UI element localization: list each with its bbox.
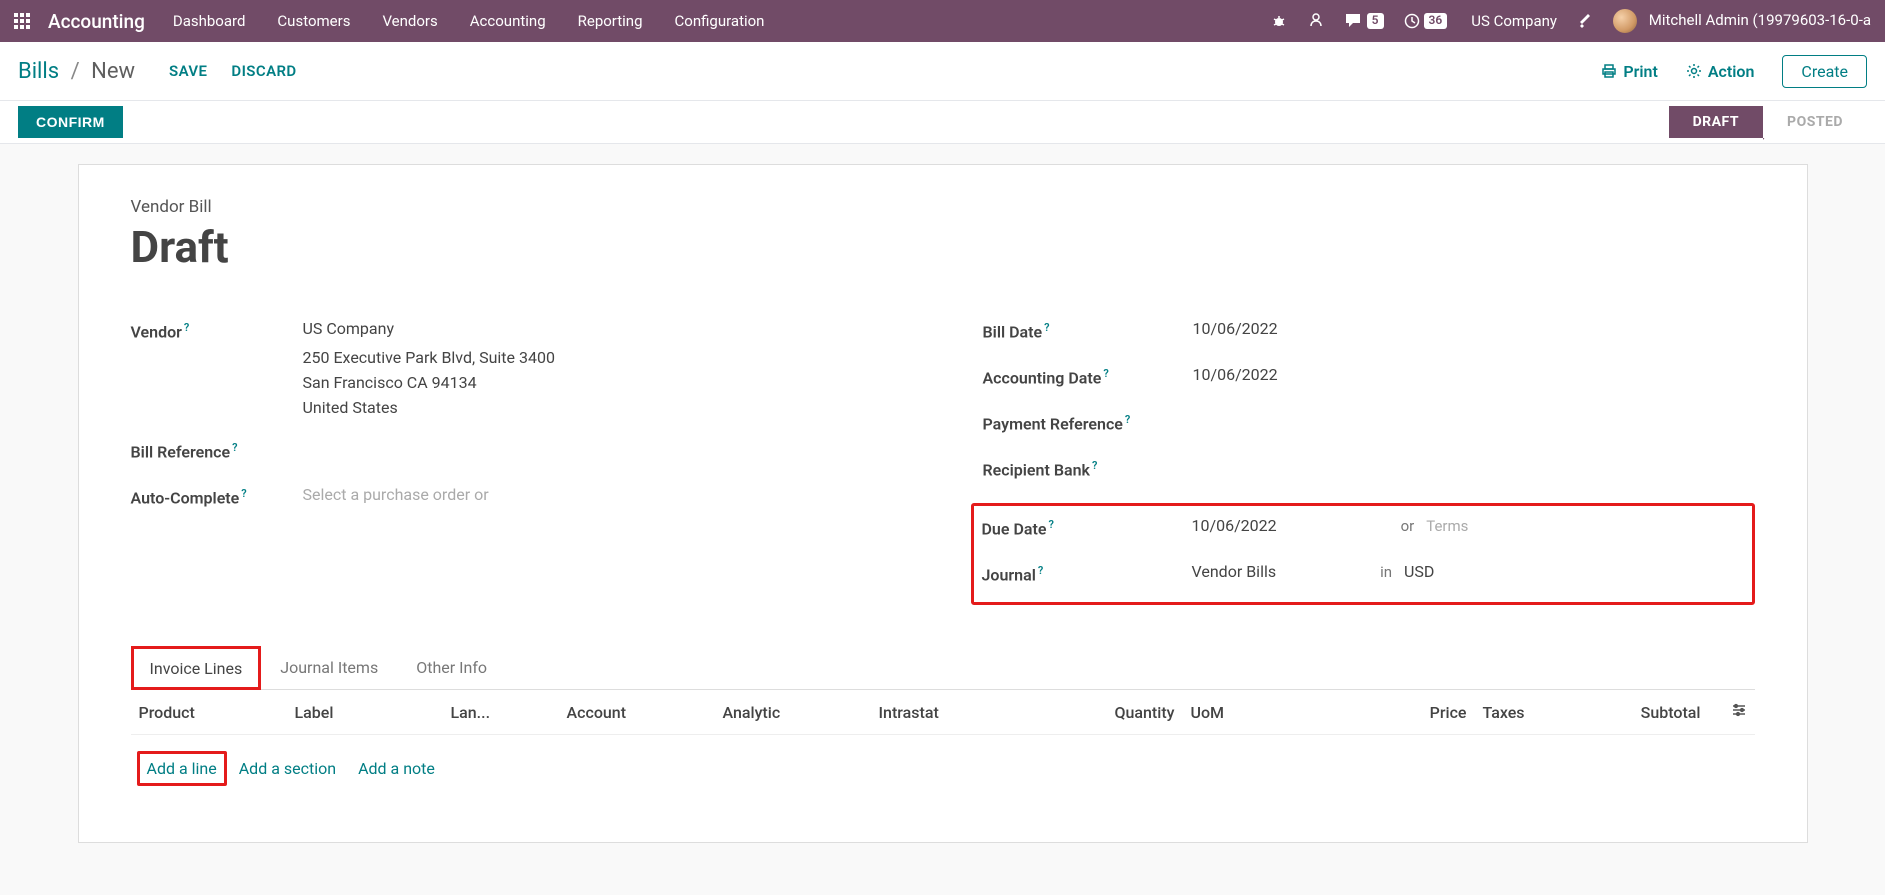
confirm-button[interactable]: CONFIRM — [18, 106, 123, 138]
page-title: Draft — [131, 221, 1755, 273]
menu-vendors[interactable]: Vendors — [382, 12, 437, 30]
col-intrastat[interactable]: Intrastat — [871, 690, 1027, 735]
options-icon[interactable] — [1731, 702, 1747, 722]
label-due-date: Due Date? — [982, 516, 1192, 538]
help-icon[interactable]: ? — [1038, 564, 1043, 577]
user-menu[interactable]: Mitchell Admin (19979603-16-0-a — [1613, 9, 1871, 33]
tab-other-info[interactable]: Other Info — [397, 645, 506, 689]
add-line-button[interactable]: Add a line — [147, 759, 217, 778]
journal-field[interactable]: Vendor Bills in USD — [1192, 562, 1744, 581]
app-name[interactable]: Accounting — [48, 10, 145, 33]
label-journal: Journal? — [982, 562, 1192, 584]
tabs: Invoice Lines Journal Items Other Info — [131, 645, 1755, 690]
breadcrumb-root[interactable]: Bills — [18, 59, 59, 84]
auto-complete-field[interactable]: Select a purchase order or — [303, 485, 903, 504]
accounting-date-field[interactable]: 10/06/2022 — [1193, 365, 1755, 384]
right-actions: Print Action Create — [1601, 55, 1867, 88]
col-label[interactable]: Label — [287, 690, 443, 735]
messages-badge: 5 — [1367, 13, 1384, 29]
vendor-field[interactable]: US Company 250 Executive Park Blvd, Suit… — [303, 319, 903, 417]
terms-field[interactable]: Terms — [1426, 517, 1468, 535]
label-bill-reference: Bill Reference? — [131, 439, 303, 461]
col-quantity[interactable]: Quantity — [1027, 690, 1183, 735]
help-icon[interactable]: ? — [1048, 518, 1053, 531]
systray: 5 36 US Company Mitchell Admin (19979603… — [1271, 9, 1871, 33]
tools-icon[interactable] — [1577, 13, 1593, 29]
apps-icon[interactable] — [14, 13, 30, 29]
print-button[interactable]: Print — [1601, 62, 1658, 81]
menu-dashboard[interactable]: Dashboard — [173, 12, 246, 30]
col-subtotal[interactable]: Subtotal — [1631, 690, 1709, 735]
help-icon[interactable]: ? — [1125, 413, 1130, 426]
save-button[interactable]: SAVE — [169, 62, 207, 80]
bill-date-field[interactable]: 10/06/2022 — [1193, 319, 1755, 338]
print-icon — [1601, 63, 1617, 79]
status-steps: DRAFT POSTED — [1669, 106, 1867, 138]
label-bill-date: Bill Date? — [983, 319, 1193, 341]
avatar — [1613, 9, 1637, 33]
menu-accounting[interactable]: Accounting — [470, 12, 546, 30]
help-icon[interactable]: ? — [1044, 321, 1049, 334]
company-switcher[interactable]: US Company — [1471, 12, 1557, 30]
bug-icon[interactable] — [1271, 13, 1287, 29]
activities-icon[interactable]: 36 — [1404, 13, 1448, 29]
breadcrumb: Bills / New — [18, 59, 135, 84]
label-auto-complete: Auto-Complete? — [131, 485, 303, 507]
currency-field[interactable]: USD — [1404, 562, 1434, 581]
gear-icon — [1686, 63, 1702, 79]
control-bar: Bills / New SAVE DISCARD Print Action Cr… — [0, 42, 1885, 101]
user-name: Mitchell Admin (19979603-16-0-a — [1649, 11, 1871, 29]
tab-invoice-lines[interactable]: Invoice Lines — [131, 646, 262, 690]
status-bar: CONFIRM DRAFT POSTED — [0, 101, 1885, 144]
top-nav: Accounting Dashboard Customers Vendors A… — [0, 0, 1885, 42]
messages-icon[interactable]: 5 — [1345, 13, 1384, 29]
tab-journal-items[interactable]: Journal Items — [261, 645, 397, 689]
label-accounting-date: Accounting Date? — [983, 365, 1193, 387]
form-sheet: Vendor Bill Draft Vendor? US Company 250… — [78, 164, 1808, 843]
help-icon[interactable]: ? — [232, 441, 237, 454]
create-button[interactable]: Create — [1782, 55, 1867, 88]
menu-configuration[interactable]: Configuration — [675, 12, 765, 30]
label-vendor: Vendor? — [131, 319, 303, 341]
cp-actions: SAVE DISCARD — [169, 62, 297, 80]
breadcrumb-sep: / — [71, 59, 80, 84]
label-recipient-bank: Recipient Bank? — [983, 457, 1193, 479]
col-taxes[interactable]: Taxes — [1475, 690, 1631, 735]
discard-button[interactable]: DISCARD — [231, 62, 296, 80]
help-icon[interactable]: ? — [1092, 459, 1097, 472]
col-account[interactable]: Account — [559, 690, 715, 735]
help-icon[interactable]: ? — [184, 321, 189, 334]
label-payment-reference: Payment Reference? — [983, 411, 1193, 433]
form-col-left: Vendor? US Company 250 Executive Park Bl… — [131, 319, 903, 605]
col-uom[interactable]: UoM — [1183, 690, 1319, 735]
help-icon[interactable]: ? — [1103, 367, 1108, 380]
menu-customers[interactable]: Customers — [277, 12, 350, 30]
help-icon[interactable]: ? — [241, 487, 246, 500]
lines-table: Product Label Lan... Account Analytic In… — [131, 690, 1755, 802]
form-kicker: Vendor Bill — [131, 197, 1755, 217]
support-icon[interactable] — [1307, 12, 1325, 30]
activities-badge: 36 — [1424, 13, 1448, 29]
breadcrumb-leaf: New — [91, 59, 135, 84]
add-note-button[interactable]: Add a note — [358, 759, 435, 778]
status-draft[interactable]: DRAFT — [1669, 106, 1763, 138]
col-price[interactable]: Price — [1319, 690, 1475, 735]
action-button[interactable]: Action — [1686, 62, 1755, 81]
status-posted[interactable]: POSTED — [1763, 106, 1867, 138]
add-section-button[interactable]: Add a section — [239, 759, 336, 778]
col-product[interactable]: Product — [131, 690, 287, 735]
menu-reporting[interactable]: Reporting — [578, 12, 643, 30]
col-landed[interactable]: Lan... — [443, 690, 559, 735]
highlight-box: Due Date? 10/06/2022 or Terms Journal? — [971, 503, 1755, 605]
due-date-field[interactable]: 10/06/2022 or Terms — [1192, 516, 1744, 535]
row-actions: Add a line Add a section Add a note — [139, 747, 1747, 790]
form-col-right: Bill Date? 10/06/2022 Accounting Date? 1… — [983, 319, 1755, 605]
col-analytic[interactable]: Analytic — [715, 690, 871, 735]
